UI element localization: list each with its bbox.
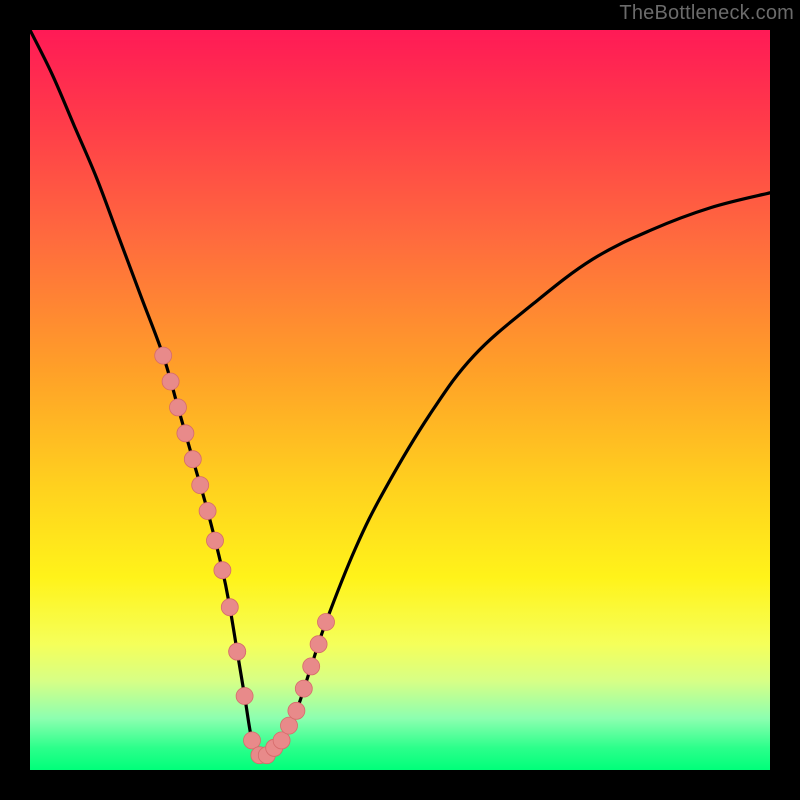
curve-marker — [318, 614, 335, 631]
curve-marker — [236, 688, 253, 705]
curve-marker — [229, 643, 246, 660]
curve-marker — [303, 658, 320, 675]
curve-marker — [184, 451, 201, 468]
curve-marker — [170, 399, 187, 416]
curve-marker — [214, 562, 231, 579]
watermark-text: TheBottleneck.com — [619, 2, 794, 25]
curve-markers — [155, 347, 335, 764]
curve-marker — [199, 503, 216, 520]
curve-marker — [273, 732, 290, 749]
curve-marker — [155, 347, 172, 364]
chart-frame: TheBottleneck.com — [0, 0, 800, 800]
curve-marker — [281, 717, 298, 734]
plot-area — [30, 30, 770, 770]
curve-marker — [244, 732, 261, 749]
curve-marker — [288, 702, 305, 719]
curve-marker — [295, 680, 312, 697]
curve-marker — [192, 477, 209, 494]
curve-marker — [310, 636, 327, 653]
curve-layer — [30, 30, 770, 770]
bottleneck-curve — [30, 30, 770, 757]
curve-marker — [162, 373, 179, 390]
curve-marker — [221, 599, 238, 616]
curve-marker — [207, 532, 224, 549]
curve-marker — [177, 425, 194, 442]
